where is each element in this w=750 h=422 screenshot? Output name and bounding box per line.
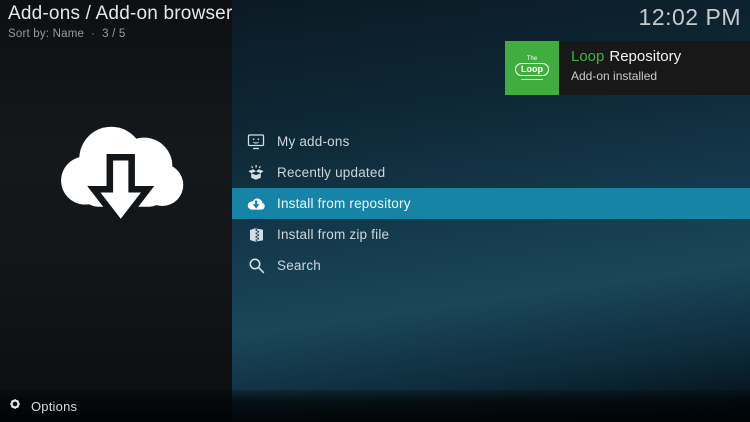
menu-item-label: Install from repository — [277, 196, 411, 211]
options-label: Options — [31, 399, 77, 414]
menu-item-label: Search — [277, 258, 321, 273]
menu-item-search[interactable]: Search — [232, 250, 750, 281]
zip-file-icon — [246, 225, 266, 244]
toast-title: Loop Repository — [571, 48, 681, 65]
menu-item-my-addons[interactable]: My add-ons — [232, 126, 750, 157]
recently-updated-box-icon — [246, 163, 266, 182]
toast-title-rest: Repository — [609, 48, 681, 65]
header: Add-ons / Add-on browser Sort by: Name · 3… — [8, 3, 232, 40]
toast-subtitle: Add-on installed — [571, 69, 681, 83]
toast-title-name: Loop — [571, 48, 604, 65]
loop-repository-logo-icon: The Loop — [505, 41, 559, 95]
menu-item-label: Install from zip file — [277, 227, 389, 242]
logo-squiggle — [521, 79, 543, 80]
menu-item-label: My add-ons — [277, 134, 350, 149]
options-button[interactable]: Options — [8, 397, 77, 416]
menu-item-recently-updated[interactable]: Recently updated — [232, 157, 750, 188]
sort-by-label: Sort by: Name — [8, 28, 84, 40]
clock: 12:02 PM — [639, 4, 741, 31]
footer-bar: Options — [0, 390, 750, 422]
sort-status: Sort by: Name · 3 / 5 — [8, 28, 232, 40]
page-title: Add-ons / Add-on browser — [8, 3, 232, 25]
cloud-download-icon — [40, 96, 200, 241]
menu-item-install-from-repository[interactable]: Install from repository — [232, 188, 750, 219]
notification-toast: The Loop Loop Repository Add-on installed — [505, 41, 750, 95]
my-addons-monitor-icon — [246, 132, 266, 151]
logo-text-top: The — [527, 56, 537, 62]
install-repository-cloud-icon — [246, 194, 266, 213]
separator-dot: · — [91, 28, 95, 40]
toast-text: Loop Repository Add-on installed — [559, 41, 691, 95]
options-gear-icon — [8, 397, 22, 416]
kodi-addon-browser-screen: Add-ons / Add-on browser Sort by: Name · 3… — [0, 0, 750, 422]
item-position: 3 / 5 — [102, 28, 125, 40]
menu-item-label: Recently updated — [277, 165, 385, 180]
menu-item-install-from-zip[interactable]: Install from zip file — [232, 219, 750, 250]
addon-browser-menu: My add-ons Recently updated — [232, 126, 750, 281]
search-icon — [246, 256, 266, 275]
logo-text-main: Loop — [515, 63, 549, 76]
